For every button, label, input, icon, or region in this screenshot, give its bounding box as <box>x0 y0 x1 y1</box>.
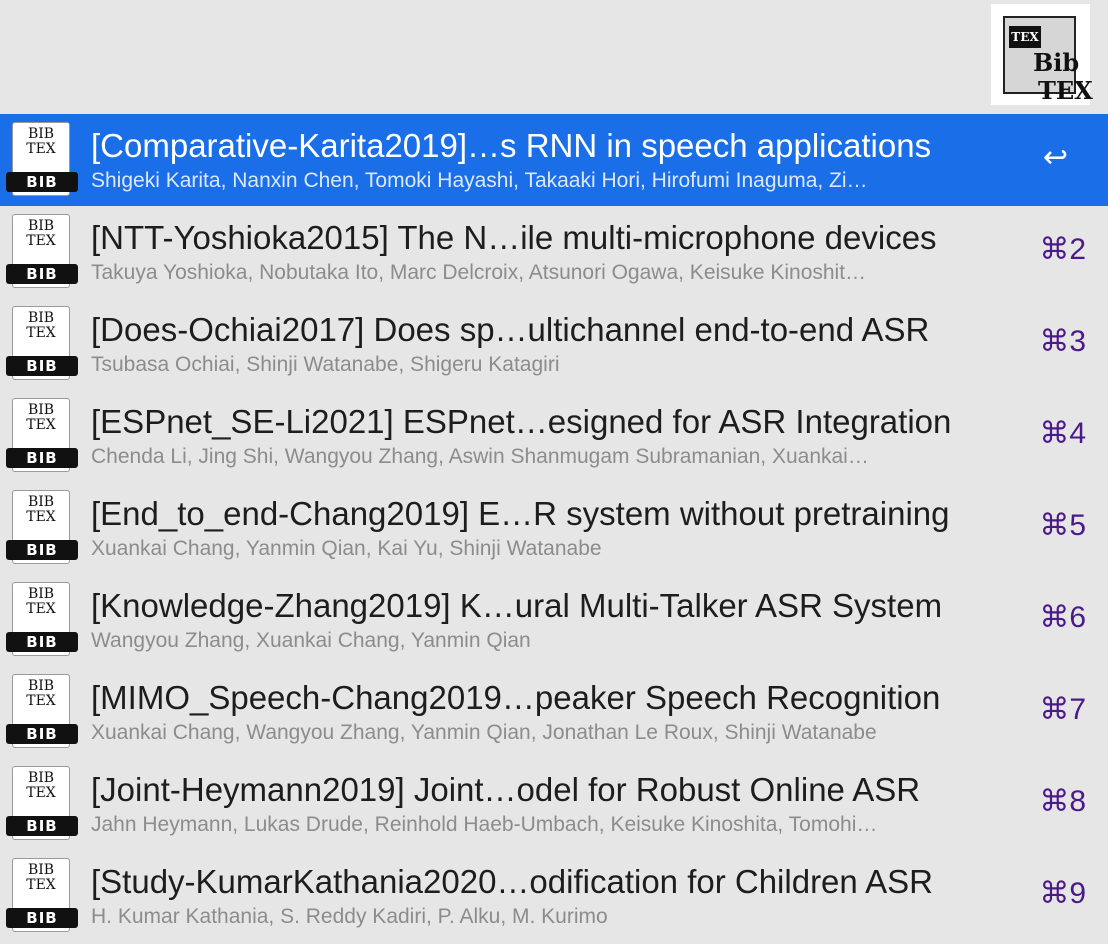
result-title: [Joint-Heymann2019] Joint…odel for Robus… <box>91 771 921 808</box>
icon-tex-label: TEX <box>26 601 56 617</box>
result-row[interactable]: BIB TEX BIB [Joint-Heymann2019] Joint…od… <box>0 758 1108 850</box>
result-title: [Knowledge-Zhang2019] K…ural Multi-Talke… <box>91 587 943 624</box>
icon-bib-strip: BIB <box>6 172 78 192</box>
result-authors: Tsubasa Ochiai, Shinji Watanabe, Shigeru… <box>91 353 560 376</box>
shortcut-label: ⌘7 <box>1039 693 1086 726</box>
header: TEX Bib TEX <box>0 0 1108 114</box>
shortcut-label: ⌘2 <box>1039 233 1086 266</box>
icon-bib-label: BIB <box>27 678 55 694</box>
result-authors: Shigeki Karita, Nanxin Chen, Tomoki Haya… <box>91 169 868 192</box>
result-row[interactable]: BIB TEX BIB [Knowledge-Zhang2019] K…ural… <box>0 574 1108 666</box>
result-row[interactable]: BIB TEX BIB [Does-Ochiai2017] Does sp…ul… <box>0 298 1108 390</box>
icon-bib-label: BIB <box>27 310 55 326</box>
bibtex-file-icon: BIB TEX BIB <box>6 122 78 198</box>
logo-box: TEX Bib TEX <box>1003 16 1093 105</box>
result-authors: Xuankai Chang, Wangyou Zhang, Yanmin Qia… <box>91 721 877 744</box>
icon-bib-strip: BIB <box>6 724 78 744</box>
icon-bib-strip: BIB <box>6 448 78 468</box>
icon-bib-strip: BIB <box>6 540 78 560</box>
result-title: [Comparative-Karita2019]…s RNN in speech… <box>91 127 932 164</box>
icon-tex-label: TEX <box>26 417 56 433</box>
bibtex-file-icon: BIB TEX BIB <box>6 674 78 750</box>
icon-tex-label: TEX <box>26 509 56 525</box>
icon-bib-label: BIB <box>27 770 55 786</box>
bibtex-logo-icon: TEX Bib TEX <box>991 4 1093 105</box>
shortcut-label: ⌘8 <box>1039 785 1086 818</box>
icon-bib-strip: BIB <box>6 356 78 376</box>
icon-bib-label: BIB <box>27 218 55 234</box>
result-authors: H. Kumar Kathania, S. Reddy Kadiri, P. A… <box>91 905 608 928</box>
icon-tex-label: TEX <box>26 877 56 893</box>
icon-bib-label: BIB <box>27 494 55 510</box>
icon-bib-strip: BIB <box>6 632 78 652</box>
result-title: [Study-KumarKathania2020…odification for… <box>91 863 933 900</box>
icon-bib-strip: BIB <box>6 264 78 284</box>
icon-tex-label: TEX <box>26 785 56 801</box>
icon-bib-label: BIB <box>27 586 55 602</box>
result-authors: Wangyou Zhang, Xuankai Chang, Yanmin Qia… <box>91 629 531 652</box>
icon-tex-label: TEX <box>26 693 56 709</box>
result-title: [End_to_end-Chang2019] E…R system withou… <box>91 495 950 532</box>
result-row[interactable]: BIB TEX BIB [MIMO_Speech-Chang2019…peake… <box>0 666 1108 758</box>
icon-bib-strip: BIB <box>6 908 78 928</box>
return-key-icon: ↩ <box>1042 141 1068 174</box>
bibtex-file-icon: BIB TEX BIB <box>6 858 78 934</box>
icon-bib-label: BIB <box>27 126 55 142</box>
bibtex-file-icon: BIB TEX BIB <box>6 214 78 290</box>
result-authors: Xuankai Chang, Yanmin Qian, Kai Yu, Shin… <box>91 537 602 560</box>
result-title: [Does-Ochiai2017] Does sp…ultichannel en… <box>91 311 930 348</box>
result-authors: Chenda Li, Jing Shi, Wangyou Zhang, Aswi… <box>91 445 869 468</box>
icon-tex-label: TEX <box>26 141 56 157</box>
result-authors: Takuya Yoshioka, Nobutaka Ito, Marc Delc… <box>91 261 867 284</box>
results-list: BIB TEX BIB [Comparative-Karita2019]…s R… <box>0 114 1108 942</box>
shortcut-label: ⌘9 <box>1039 877 1086 910</box>
bibtex-file-icon: BIB TEX BIB <box>6 398 78 474</box>
shortcut-label: ⌘3 <box>1039 325 1086 358</box>
icon-bib-label: BIB <box>27 402 55 418</box>
shortcut-label: ⌘6 <box>1039 601 1086 634</box>
bibtex-file-icon: BIB TEX BIB <box>6 582 78 658</box>
logo-tex-badge: TEX <box>1009 26 1041 48</box>
result-row[interactable]: BIB TEX BIB [Comparative-Karita2019]…s R… <box>0 114 1108 206</box>
bibtex-file-icon: BIB TEX BIB <box>6 306 78 382</box>
result-row[interactable]: BIB TEX BIB [ESPnet_SE-Li2021] ESPnet…es… <box>0 390 1108 482</box>
result-row[interactable]: BIB TEX BIB [End_to_end-Chang2019] E…R s… <box>0 482 1108 574</box>
icon-bib-label: BIB <box>27 862 55 878</box>
shortcut-label: ⌘4 <box>1039 417 1086 450</box>
result-row[interactable]: BIB TEX BIB [Study-KumarKathania2020…odi… <box>0 850 1108 942</box>
icon-bib-strip: BIB <box>6 816 78 836</box>
shortcut-label: ⌘5 <box>1039 509 1086 542</box>
result-row[interactable]: BIB TEX BIB [NTT-Yoshioka2015] The N…ile… <box>0 206 1108 298</box>
bibtex-file-icon: BIB TEX BIB <box>6 766 78 842</box>
result-authors: Jahn Heymann, Lukas Drude, Reinhold Haeb… <box>91 813 878 836</box>
logo-tex-text: TEX <box>1038 76 1093 105</box>
icon-tex-label: TEX <box>26 233 56 249</box>
result-title: [MIMO_Speech-Chang2019…peaker Speech Rec… <box>91 679 941 716</box>
result-title: [ESPnet_SE-Li2021] ESPnet…esigned for AS… <box>91 403 952 440</box>
bibtex-file-icon: BIB TEX BIB <box>6 490 78 566</box>
logo-bib-text: Bib <box>1033 48 1080 77</box>
result-title: [NTT-Yoshioka2015] The N…ile multi-micro… <box>91 219 937 256</box>
icon-tex-label: TEX <box>26 325 56 341</box>
